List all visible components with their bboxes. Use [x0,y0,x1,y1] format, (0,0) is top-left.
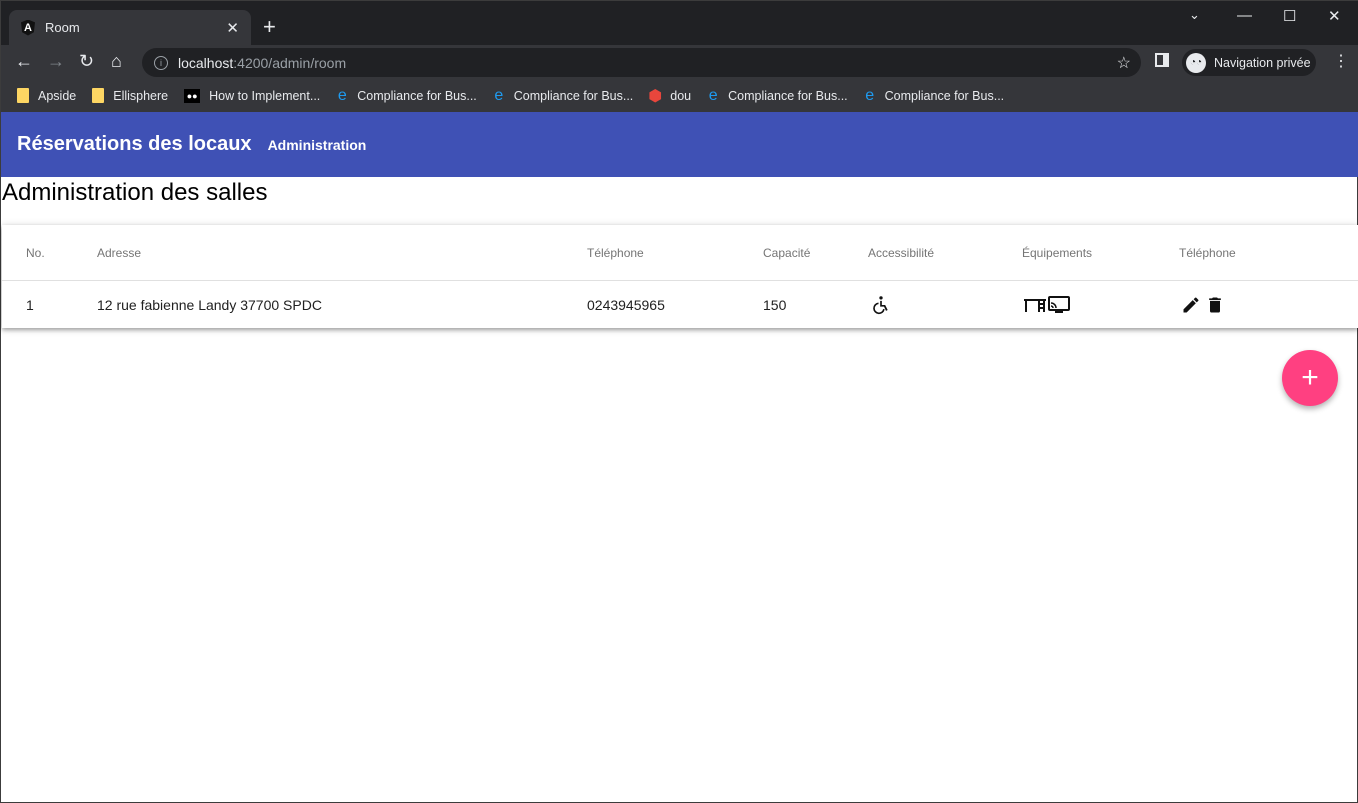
bookmark[interactable]: e Compliance for Bus... [493,86,634,104]
cast-screen-icon [1047,295,1071,315]
bookmark-label: Compliance for Bus... [513,88,634,103]
column-header: Adresse [97,245,142,260]
tab-title: Room [45,20,80,35]
column-header: No. [26,245,45,260]
edge-icon: e [708,86,718,104]
column-header: Accessibilité [868,245,935,260]
edge-icon: e [865,86,875,104]
bookmark-label: dou [670,88,692,103]
forward-button[interactable]: → [47,51,65,72]
browser-tabstrip: A Room ✕ + ⌄ — ☐ ✕ [1,1,1358,45]
minimize-button[interactable]: — [1237,7,1252,24]
bookmark-label: Ellisphere [113,88,169,103]
bookmark[interactable]: ⬢ dou [648,87,692,105]
bookmark-label: How to Implement... [209,88,321,103]
bookmark[interactable]: Ellisphere [92,88,168,103]
delete-icon[interactable] [1205,295,1225,315]
url-host: localhost [178,54,234,71]
info-icon[interactable]: i [154,55,168,70]
bookmark-label: Compliance for Bus... [884,88,1005,103]
edge-icon: e [494,86,504,104]
tab-search-icon[interactable]: ⌄ [1189,7,1200,23]
home-button[interactable]: ⌂ [111,51,122,72]
menu-icon[interactable]: ⋮ [1333,51,1349,71]
bookmark-label: Apside [38,88,77,103]
reload-button[interactable]: ↻ [79,51,94,72]
edge-icon: e [337,86,347,104]
cell-phone: 0243945965 [587,296,665,313]
bookmark-label: Compliance for Bus... [728,88,848,103]
maximize-button[interactable]: ☐ [1283,7,1296,25]
close-tab-icon[interactable]: ✕ [226,19,239,37]
table-header-row: No. Adresse Téléphone Capacité Accessibi… [2,225,1358,281]
angular-icon: A [21,19,35,36]
cell-address: 12 rue fabienne Landy 37700 SPDC [97,296,322,313]
app-toolbar: Réservations des locaux Administration [1,112,1358,177]
column-header: Téléphone [1179,245,1236,260]
cell-capacity: 150 [763,296,787,313]
bookmark-star-icon[interactable]: ☆ [1117,53,1131,73]
bookmark-label: Compliance for Bus... [357,88,477,103]
folder-icon [92,88,105,103]
add-room-button[interactable]: + [1282,350,1338,406]
column-header: Équipements [1022,245,1093,260]
nav-administration[interactable]: Administration [268,137,367,153]
column-header: Capacité [763,245,811,260]
cell-no: 1 [26,296,34,313]
new-tab-button[interactable]: + [263,14,276,40]
edit-icon[interactable] [1181,295,1201,315]
browser-tab[interactable]: A Room ✕ [9,10,251,45]
bookmark[interactable]: Apside [17,88,76,103]
folder-icon [17,88,29,103]
browser-toolbar: ← → ↻ ⌂ i localhost:4200/admin/room ☆ ◔◔ Na… [1,45,1358,79]
address-bar[interactable]: i localhost:4200/admin/room ☆ [142,48,1141,77]
app-title[interactable]: Réservations des locaux [17,133,252,156]
page-title: Administration des salles [2,179,268,206]
incognito-profile[interactable]: ◔◔ Navigation privée [1182,49,1316,76]
bookmark[interactable]: e Compliance for Bus... [864,86,1005,104]
url-path: :4200/admin/room [233,54,347,71]
back-button[interactable]: ← [15,51,33,72]
profile-label: Navigation privée [1214,55,1311,70]
wheelchair-icon [871,294,891,316]
incognito-icon: ◔◔ [1186,52,1206,73]
app-icon: ⬢ [648,87,663,105]
side-panel-icon[interactable] [1155,53,1169,67]
bookmark[interactable]: ●● How to Implement... [184,88,321,103]
medium-icon: ●● [184,88,201,103]
bookmark[interactable]: e Compliance for Bus... [336,86,477,104]
table-row: 1 12 rue fabienne Landy 37700 SPDC 02439… [2,281,1358,328]
desk-icon [1023,296,1047,314]
rooms-table: No. Adresse Téléphone Capacité Accessibi… [2,225,1358,328]
bookmark[interactable]: e Compliance for Bus... [707,86,848,104]
column-header: Téléphone [587,245,644,260]
close-window-button[interactable]: ✕ [1328,7,1341,25]
bookmarks-bar: Apside Ellisphere ●● How to Implement... … [1,79,1358,112]
